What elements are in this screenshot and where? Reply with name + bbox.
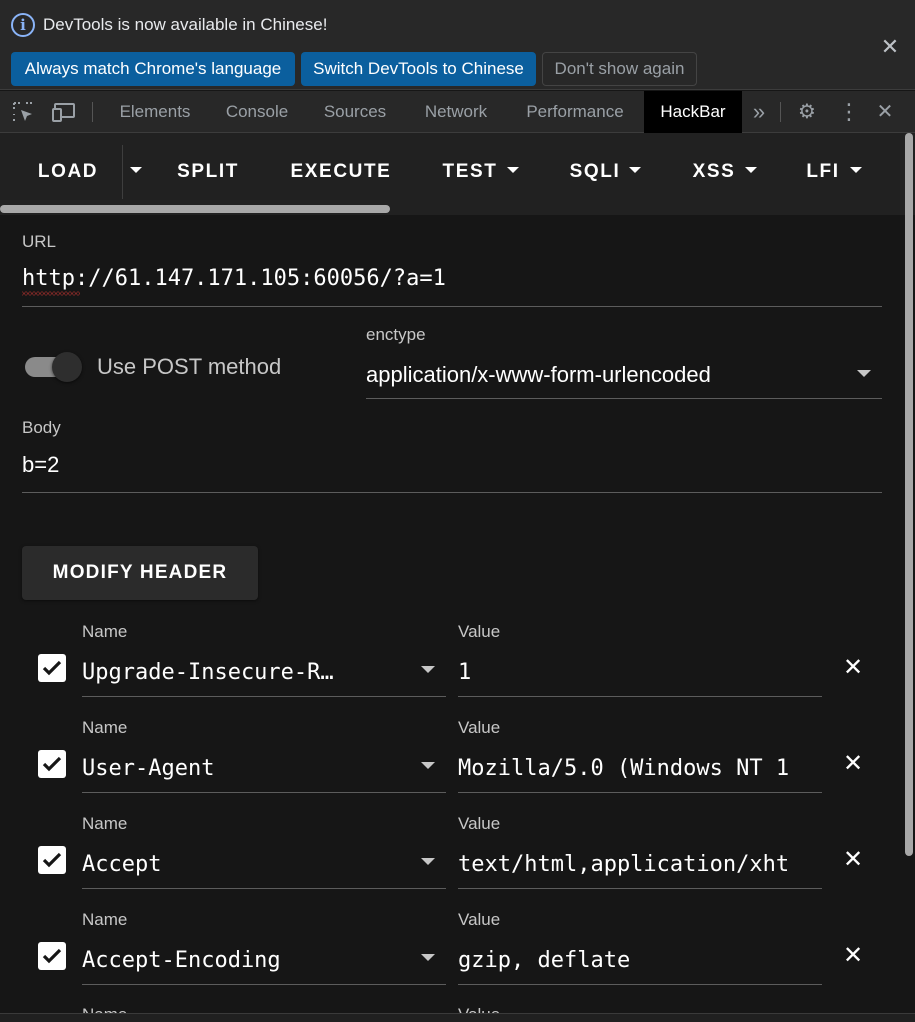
sqli-button[interactable]: SQLI	[564, 157, 626, 187]
body-underline	[22, 492, 882, 493]
enctype-select[interactable]: application/x-www-form-urlencoded	[366, 362, 711, 388]
header-value-underline	[458, 984, 822, 985]
header-name-dropdown-icon[interactable]	[421, 666, 435, 673]
toolbar-divider	[92, 102, 93, 122]
tab-hackbar[interactable]: HackBar	[644, 91, 742, 133]
header-value-label: Value	[458, 718, 501, 737]
devtools-tabbar: Elements Console Sources Network Perform…	[0, 91, 915, 133]
header-value-underline	[458, 696, 822, 697]
header-enabled-checkbox[interactable]	[38, 846, 66, 874]
load-button[interactable]: LOAD	[30, 157, 106, 187]
body-label: Body	[22, 418, 61, 437]
lfi-button[interactable]: LFI	[802, 157, 844, 187]
panel-bottom-edge	[0, 1013, 915, 1022]
header-value-label: Value	[458, 814, 501, 833]
header-value-input[interactable]: 1	[458, 660, 822, 685]
more-options-icon[interactable]: ⋮	[836, 91, 862, 133]
header-name-underline	[82, 888, 446, 889]
test-button[interactable]: TEST	[436, 157, 504, 187]
header-name-label: Name	[82, 622, 128, 641]
header-value-underline	[458, 792, 822, 793]
load-dropdown-caret-icon[interactable]	[130, 167, 142, 173]
settings-gear-icon[interactable]: ⚙	[794, 91, 820, 133]
enctype-label: enctype	[366, 325, 426, 344]
tab-network[interactable]: Network	[406, 91, 506, 133]
header-name-select[interactable]: User-Agent	[82, 756, 372, 781]
xss-dropdown-caret-icon[interactable]	[745, 167, 757, 173]
inspect-element-icon[interactable]	[10, 91, 36, 133]
sqli-dropdown-caret-icon[interactable]	[629, 167, 641, 173]
close-devtools-icon[interactable]: ✕	[872, 91, 898, 133]
tab-console[interactable]: Console	[210, 91, 304, 133]
dont-show-again-button[interactable]: Don't show again	[542, 52, 697, 86]
infobar-message: DevTools is now available in Chinese!	[43, 15, 328, 34]
header-value-underline	[458, 888, 822, 889]
tab-performance[interactable]: Performance	[510, 91, 640, 133]
more-tabs-icon[interactable]: »	[746, 91, 772, 133]
header-value-label: Value	[458, 622, 501, 641]
header-name-select[interactable]: Upgrade-Insecure-R…	[82, 660, 372, 685]
modify-header-button[interactable]: MODIFY HEADER	[22, 546, 258, 600]
always-match-language-button[interactable]: Always match Chrome's language	[11, 52, 295, 86]
enctype-dropdown-icon[interactable]	[857, 370, 871, 377]
post-method-toggle-knob[interactable]	[52, 352, 82, 382]
remove-header-icon[interactable]: ✕	[840, 751, 866, 777]
header-value-label: Value	[458, 910, 501, 929]
language-infobar: i DevTools is now available in Chinese! …	[0, 0, 915, 90]
remove-header-icon[interactable]: ✕	[840, 655, 866, 681]
header-name-label: Name	[82, 910, 128, 929]
xss-button[interactable]: XSS	[688, 157, 740, 187]
header-enabled-checkbox[interactable]	[38, 750, 66, 778]
enctype-underline	[366, 398, 882, 399]
header-name-dropdown-icon[interactable]	[421, 954, 435, 961]
load-split-divider	[122, 145, 123, 199]
tab-elements[interactable]: Elements	[104, 91, 206, 133]
header-name-underline	[82, 984, 446, 985]
header-name-dropdown-icon[interactable]	[421, 858, 435, 865]
header-name-label: Name	[82, 814, 128, 833]
execute-button[interactable]: EXECUTE	[282, 157, 400, 187]
header-name-select[interactable]: Accept-Encoding	[82, 948, 372, 973]
header-value-input[interactable]: text/html,application/xht	[458, 852, 822, 877]
header-name-underline	[82, 696, 446, 697]
header-name-dropdown-icon[interactable]	[421, 762, 435, 769]
hackbar-toolbar: LOAD SPLIT EXECUTE TEST SQLI XSS LFI	[0, 133, 915, 215]
info-icon: i	[11, 13, 35, 37]
header-name-underline	[82, 792, 446, 793]
panel-vertical-scrollbar[interactable]	[905, 133, 913, 856]
toolbar-divider	[780, 102, 781, 122]
tab-sources[interactable]: Sources	[308, 91, 402, 133]
header-name-select[interactable]: Accept	[82, 852, 372, 877]
spellcheck-underline	[22, 291, 80, 296]
test-dropdown-caret-icon[interactable]	[507, 167, 519, 173]
header-enabled-checkbox[interactable]	[38, 654, 66, 682]
lfi-dropdown-caret-icon[interactable]	[850, 167, 862, 173]
switch-to-chinese-button[interactable]: Switch DevTools to Chinese	[301, 52, 536, 86]
device-toolbar-icon[interactable]	[50, 91, 78, 133]
url-input[interactable]: http://61.147.171.105:60056/?a=1	[22, 266, 446, 291]
toolbar-horizontal-scrollbar[interactable]	[0, 205, 390, 213]
header-enabled-checkbox[interactable]	[38, 942, 66, 970]
url-underline	[22, 306, 882, 307]
remove-header-icon[interactable]: ✕	[840, 847, 866, 873]
header-name-label: Name	[82, 718, 128, 737]
split-button[interactable]: SPLIT	[166, 157, 250, 187]
remove-header-icon[interactable]: ✕	[840, 943, 866, 969]
body-input[interactable]: b=2	[22, 452, 59, 478]
url-label: URL	[22, 232, 57, 251]
header-value-input[interactable]: gzip, deflate	[458, 948, 822, 973]
post-method-label: Use POST method	[97, 354, 282, 379]
header-value-input[interactable]: Mozilla/5.0 (Windows NT 1	[458, 756, 822, 781]
close-icon[interactable]: ✕	[879, 36, 901, 58]
